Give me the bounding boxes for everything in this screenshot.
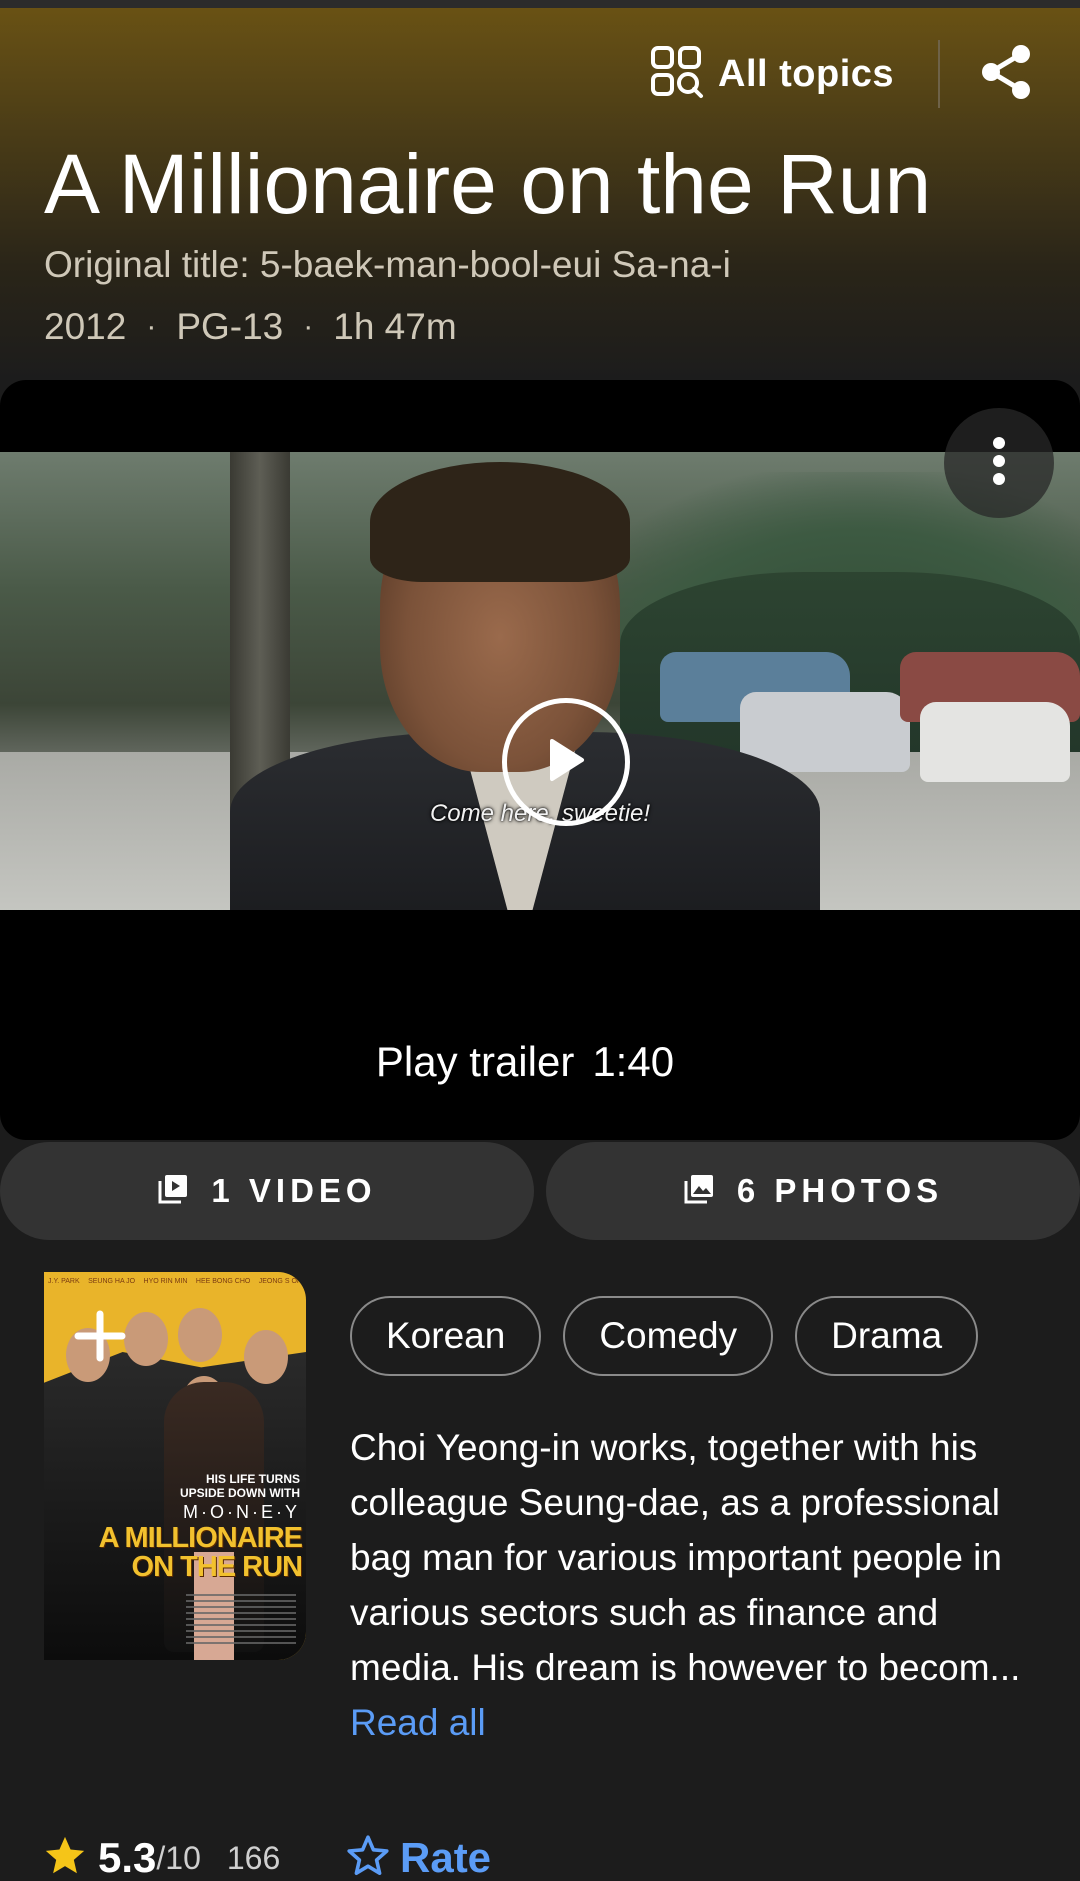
genre-chip-drama[interactable]: Drama bbox=[795, 1296, 979, 1376]
release-year: 2012 bbox=[44, 306, 127, 347]
video-frame[interactable]: Come here, sweetie! bbox=[0, 452, 1080, 910]
trailer-text: Play trailer bbox=[375, 1038, 575, 1085]
poster-title: A MILLIONAIRE ON THE RUN bbox=[98, 1522, 303, 1583]
read-all-link[interactable]: Read all bbox=[350, 1702, 486, 1743]
photo-library-icon bbox=[683, 1173, 715, 1210]
trailer-duration: 1:40 bbox=[592, 1038, 675, 1085]
videos-button[interactable]: 1 VIDEO bbox=[0, 1142, 534, 1240]
status-strip bbox=[0, 0, 1080, 8]
more-options-button[interactable] bbox=[944, 408, 1054, 518]
rate-label: Rate bbox=[400, 1834, 492, 1881]
poster-tagline: HIS LIFE TURNS UPSIDE DOWN WITH bbox=[180, 1472, 300, 1500]
original-title: Original title: 5-baek-man-bool-eui Sa-n… bbox=[44, 244, 731, 285]
photos-button[interactable]: 6 PHOTOS bbox=[546, 1142, 1080, 1240]
star-filled-icon bbox=[42, 1833, 88, 1881]
grid-search-icon bbox=[650, 45, 704, 104]
page-title: A Millionaire on the Run bbox=[44, 137, 932, 231]
genre-chips: Korean Comedy Drama bbox=[350, 1296, 979, 1376]
plus-icon bbox=[70, 1310, 130, 1370]
genre-chip-korean[interactable]: Korean bbox=[350, 1296, 542, 1376]
all-topics-button[interactable]: All topics bbox=[650, 44, 894, 104]
share-button[interactable] bbox=[976, 40, 1036, 108]
plot-summary: Choi Yeong-in works, together with his c… bbox=[350, 1420, 1050, 1750]
photos-label: 6 PHOTOS bbox=[736, 1172, 944, 1209]
imdb-rating[interactable]: 5.3/10 166 bbox=[42, 1830, 280, 1881]
title-header: All topics A Millionaire on the Run Orig… bbox=[0, 0, 1080, 380]
meta-separator: · bbox=[146, 310, 157, 343]
meta-separator: · bbox=[303, 310, 314, 343]
poster-money: M·O·N·E·Y bbox=[183, 1502, 300, 1522]
play-trailer-label[interactable]: Play trailer 1:40 bbox=[0, 1038, 1050, 1086]
header-divider bbox=[938, 40, 940, 108]
share-icon bbox=[979, 42, 1033, 107]
rating-count: 166 bbox=[226, 1839, 281, 1876]
poster-credits bbox=[186, 1594, 296, 1644]
genre-chip-comedy[interactable]: Comedy bbox=[563, 1296, 774, 1376]
title-meta: 2012 · PG-13 · 1h 47m bbox=[44, 306, 457, 348]
trailer-player[interactable]: Come here, sweetie! Play trailer 1:40 bbox=[0, 380, 1080, 1140]
rating-max: /10 bbox=[156, 1839, 201, 1876]
mpaa-rating: PG-13 bbox=[176, 306, 284, 347]
videos-label: 1 VIDEO bbox=[211, 1172, 377, 1209]
rating-value: 5.3 bbox=[98, 1834, 157, 1881]
runtime: 1h 47m bbox=[333, 306, 457, 347]
star-outline-icon bbox=[344, 1832, 392, 1881]
play-trailer-button[interactable] bbox=[502, 698, 630, 826]
add-to-watchlist-button[interactable] bbox=[70, 1306, 130, 1366]
plot-text: Choi Yeong-in works, together with his c… bbox=[350, 1427, 1021, 1688]
all-topics-label: All topics bbox=[718, 52, 895, 95]
video-library-icon bbox=[157, 1173, 189, 1210]
poster-cast-names: J.Y. PARK SEUNG HA JO HYO RIN MIN HEE BO… bbox=[48, 1278, 302, 1285]
more-vertical-icon bbox=[991, 436, 1007, 491]
play-icon bbox=[546, 737, 586, 788]
rate-button[interactable]: Rate bbox=[344, 1830, 491, 1881]
